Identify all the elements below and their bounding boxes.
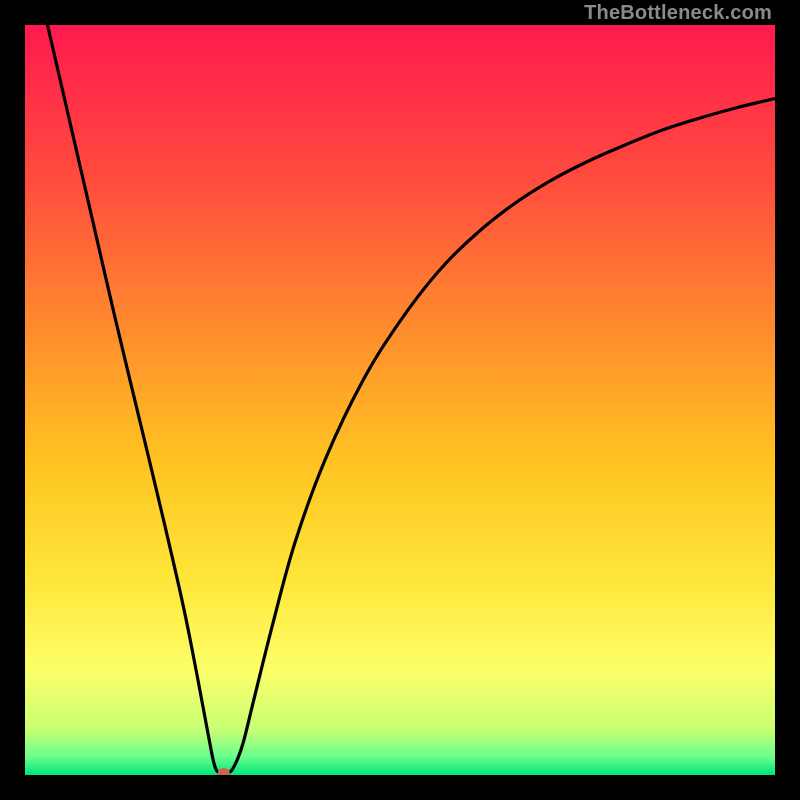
bottleneck-chart (25, 25, 775, 775)
watermark-text: TheBottleneck.com (584, 2, 772, 25)
chart-frame (25, 25, 775, 775)
chart-background (25, 25, 775, 775)
